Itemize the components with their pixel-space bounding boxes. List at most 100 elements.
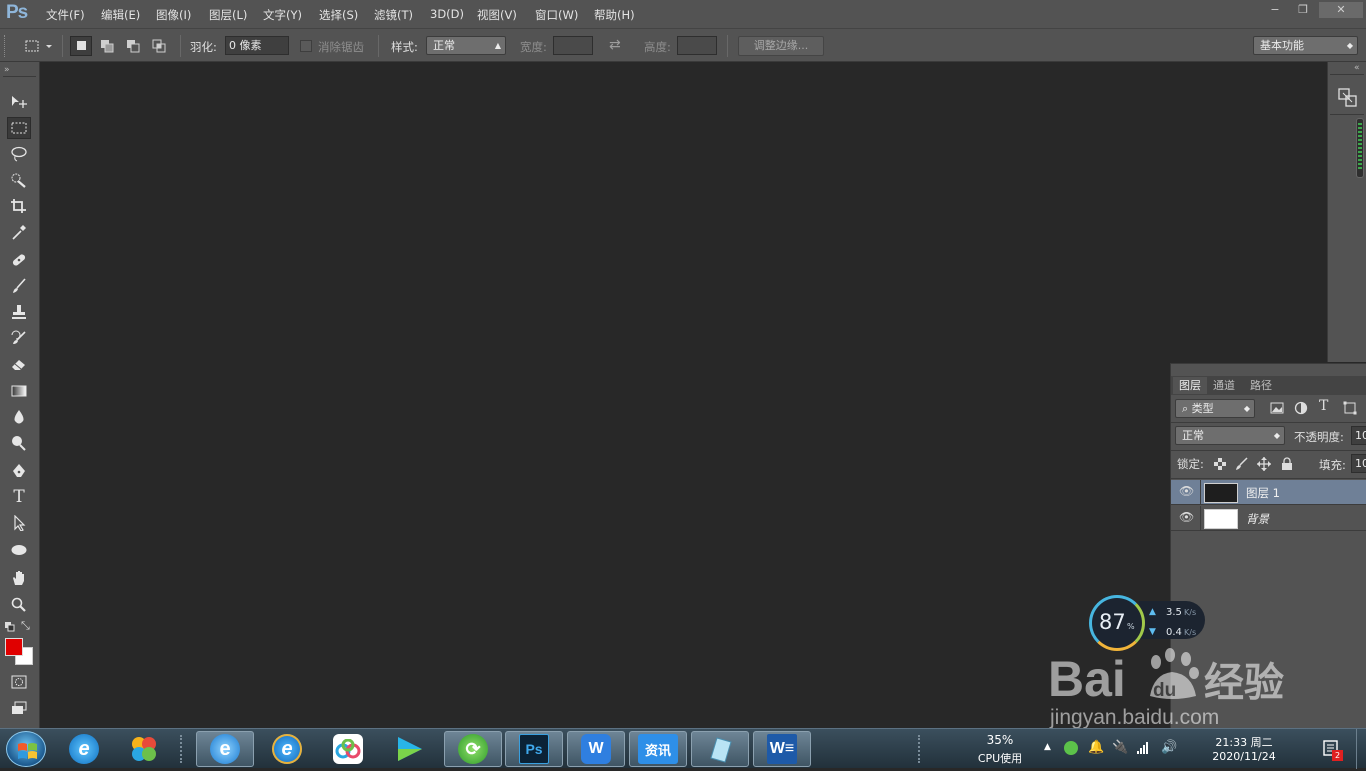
menu-3d[interactable]: 3D(D) <box>430 7 464 21</box>
type-tool[interactable]: T <box>7 486 31 508</box>
fill-input[interactable]: 100 <box>1351 454 1366 473</box>
taskbar-grip[interactable] <box>918 735 922 763</box>
layer-row-background[interactable]: 👁 背景 <box>1171 506 1366 531</box>
security-tray-icon[interactable] <box>1064 741 1078 755</box>
layer-name[interactable]: 背景 <box>1246 511 1269 527</box>
default-colors-icon[interactable] <box>4 621 16 636</box>
eraser-tool[interactable] <box>7 353 31 375</box>
refine-edge-button[interactable]: 调整边缘... <box>738 36 824 56</box>
panel-scrollbar[interactable] <box>1356 118 1364 178</box>
tab-paths[interactable]: 路径 <box>1244 377 1278 394</box>
spot-healing-brush-tool[interactable] <box>7 249 31 271</box>
volume-icon[interactable]: 🔊 <box>1161 740 1177 755</box>
power-plug-icon[interactable]: 🔌 <box>1112 740 1128 755</box>
filter-type-button[interactable]: T <box>1319 398 1328 414</box>
zoom-tool[interactable] <box>7 594 31 616</box>
close-button[interactable]: ✕ <box>1319 2 1363 18</box>
collapse-panel-icon[interactable]: » <box>4 65 10 75</box>
visibility-eye-icon[interactable]: 👁 <box>1179 510 1194 524</box>
pen-tool[interactable] <box>7 460 31 482</box>
taskbar-video-player[interactable] <box>380 731 438 767</box>
restore-button[interactable]: ❐ <box>1289 2 1317 18</box>
expand-panels-icon[interactable]: « <box>1354 63 1360 73</box>
taskbar-update-app[interactable]: ⟳ <box>444 731 502 767</box>
start-button[interactable] <box>6 731 46 767</box>
network-signal-icon[interactable] <box>1136 741 1150 758</box>
filter-pixel-button[interactable] <box>1270 401 1284 418</box>
menu-file[interactable]: 文件(F) <box>46 7 85 23</box>
tool-preset-picker[interactable] <box>24 38 54 57</box>
taskbar-news[interactable]: 资讯 <box>629 731 687 767</box>
menu-help[interactable]: 帮助(H) <box>594 7 635 23</box>
antialias-checkbox[interactable] <box>300 40 312 52</box>
lock-pixels-button[interactable] <box>1234 457 1248 474</box>
taskbar-baidu-netdisk[interactable] <box>319 731 377 767</box>
taskbar-photoshop[interactable]: Ps <box>505 731 563 767</box>
lock-all-button[interactable] <box>1281 457 1293 474</box>
taskbar-media-app[interactable] <box>115 731 173 767</box>
path-selection-tool[interactable] <box>7 512 31 534</box>
brush-tool[interactable] <box>7 275 31 297</box>
filter-adjustment-button[interactable] <box>1294 401 1308 418</box>
move-tool[interactable] <box>7 91 31 113</box>
visibility-eye-icon[interactable]: 👁 <box>1179 484 1194 498</box>
action-center-button[interactable]: 2 <box>1322 739 1343 761</box>
add-to-selection-button[interactable] <box>96 36 118 56</box>
clock-time[interactable]: 21:33 周二 <box>1208 734 1280 750</box>
workspace-select[interactable]: 基本功能 ◆ <box>1253 36 1358 55</box>
height-input[interactable] <box>677 36 717 55</box>
taskbar-browser[interactable]: e <box>196 731 254 767</box>
new-selection-button[interactable] <box>70 36 92 56</box>
notification-bell-icon[interactable]: 🔔 <box>1088 740 1104 755</box>
grip-handle[interactable] <box>4 35 8 57</box>
menu-layer[interactable]: 图层(L) <box>209 7 247 23</box>
show-desktop-button[interactable] <box>1356 729 1366 769</box>
panel-icon-button[interactable] <box>1337 87 1359 112</box>
clock-date[interactable]: 2020/11/24 <box>1208 750 1280 763</box>
gradient-tool[interactable] <box>7 380 31 402</box>
blend-mode-select[interactable]: 正常 ◆ <box>1175 426 1285 445</box>
ellipse-tool[interactable] <box>7 539 31 561</box>
subtract-selection-button[interactable] <box>122 36 144 56</box>
taskbar-tablet-app[interactable] <box>691 731 749 767</box>
menu-view[interactable]: 视图(V) <box>477 7 517 23</box>
swap-colors-icon[interactable]: ⤡ <box>21 619 30 633</box>
foreground-color-swatch[interactable] <box>5 638 23 656</box>
filter-shape-button[interactable] <box>1343 401 1357 418</box>
taskbar-wps[interactable]: W <box>567 731 625 767</box>
layer-name[interactable]: 图层 1 <box>1246 485 1280 501</box>
dodge-tool[interactable] <box>7 432 31 454</box>
menu-type[interactable]: 文字(Y) <box>263 7 302 23</box>
eyedropper-tool[interactable] <box>7 221 31 243</box>
layer-row-layer1[interactable]: 👁 图层 1 <box>1171 480 1366 505</box>
tab-layers[interactable]: 图层 <box>1173 377 1207 394</box>
lasso-tool[interactable] <box>7 143 31 165</box>
rectangular-marquee-tool[interactable] <box>7 117 31 139</box>
taskbar-ie-2[interactable]: e <box>258 731 316 767</box>
taskbar-ie[interactable]: e <box>55 731 113 767</box>
quick-mask-button[interactable] <box>7 671 31 693</box>
style-select[interactable]: 正常 ▲ <box>426 36 506 55</box>
intersect-selection-button[interactable] <box>148 36 170 56</box>
minimize-button[interactable]: − <box>1261 2 1289 18</box>
menu-select[interactable]: 选择(S) <box>319 7 358 23</box>
opacity-input[interactable]: 100 <box>1351 426 1366 445</box>
width-input[interactable] <box>553 36 593 55</box>
swap-dimensions-icon[interactable]: ⇄ <box>609 37 621 53</box>
show-hidden-icons-button[interactable]: ▲ <box>1044 742 1051 752</box>
history-brush-tool[interactable] <box>7 327 31 349</box>
hand-tool[interactable] <box>7 567 31 589</box>
taskbar-word[interactable]: W≡ <box>753 731 811 767</box>
layer-filter-select[interactable]: ⌕ 类型 ◆ <box>1175 399 1255 418</box>
blur-tool[interactable] <box>7 406 31 428</box>
feather-input[interactable]: 0 像素 <box>225 36 289 55</box>
crop-tool[interactable] <box>7 195 31 217</box>
quick-selection-tool[interactable] <box>7 169 31 191</box>
lock-transparent-button[interactable] <box>1214 458 1226 473</box>
taskbar-grip[interactable] <box>180 735 184 763</box>
menu-window[interactable]: 窗口(W) <box>535 7 578 23</box>
menu-edit[interactable]: 编辑(E) <box>101 7 140 23</box>
menu-filter[interactable]: 滤镜(T) <box>374 7 413 23</box>
lock-position-button[interactable] <box>1257 457 1271 474</box>
clone-stamp-tool[interactable] <box>7 301 31 323</box>
